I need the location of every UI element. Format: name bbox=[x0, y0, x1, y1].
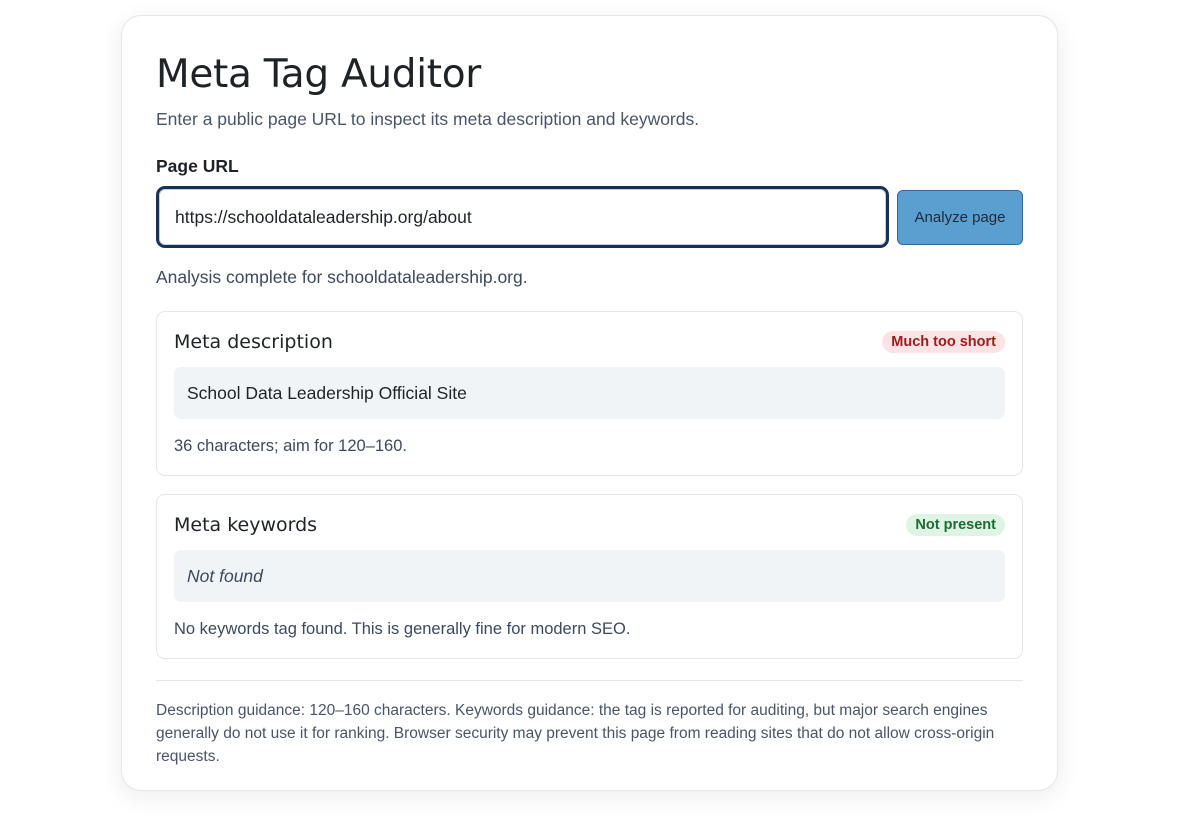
guidance-text: Description guidance: 120–160 characters… bbox=[156, 702, 995, 765]
meta-keywords-section: Meta keywords Not present Not found No k… bbox=[156, 494, 1023, 659]
meta-description-note: 36 characters; aim for 120–160. bbox=[174, 437, 407, 455]
url-form-row: Analyze page bbox=[156, 186, 1023, 248]
status-badge: Not present bbox=[906, 514, 1005, 536]
section-header: Meta keywords Not present bbox=[174, 512, 1005, 538]
section-header: Meta description Much too short bbox=[174, 329, 1005, 355]
analyze-page-button[interactable]: Analyze page bbox=[897, 189, 1023, 245]
url-label: Page URL bbox=[156, 156, 239, 176]
status-badge: Much too short bbox=[882, 331, 1005, 353]
meta-keywords-note: No keywords tag found. This is generally… bbox=[174, 620, 631, 638]
meta-keywords-title: Meta keywords bbox=[174, 514, 318, 536]
meta-description-value: School Data Leadership Official Site bbox=[174, 367, 1005, 419]
analysis-status: Analysis complete for schooldataleadersh… bbox=[156, 267, 528, 287]
meta-keywords-value: Not found bbox=[174, 550, 1005, 602]
auditor-card: Meta Tag Auditor Enter a public page URL… bbox=[121, 15, 1058, 791]
meta-description-title: Meta description bbox=[174, 331, 333, 353]
page-subtitle: Enter a public page URL to inspect its m… bbox=[156, 109, 700, 129]
divider bbox=[156, 680, 1023, 681]
meta-description-section: Meta description Much too short School D… bbox=[156, 311, 1023, 476]
url-input[interactable] bbox=[156, 186, 889, 248]
page-title: Meta Tag Auditor bbox=[156, 52, 482, 97]
